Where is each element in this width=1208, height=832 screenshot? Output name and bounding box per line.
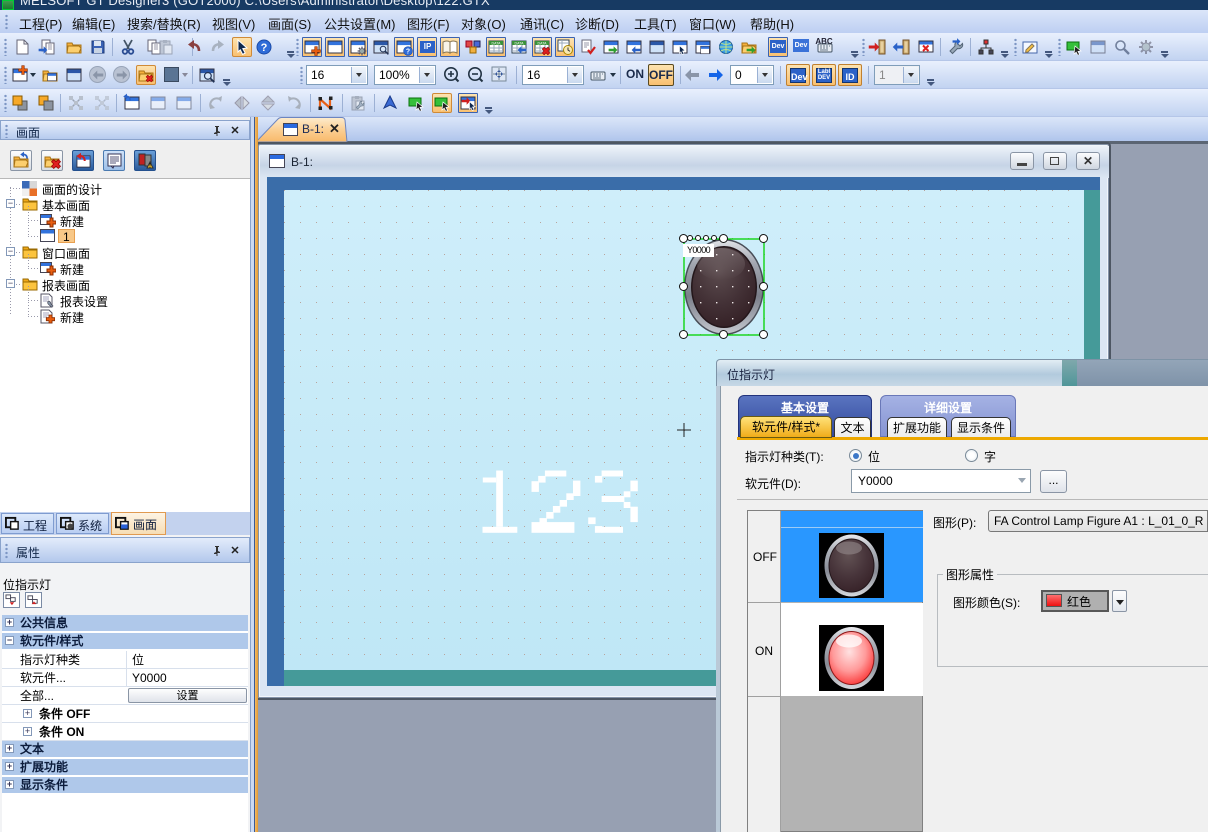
svg-text:!: ! <box>149 164 151 170</box>
